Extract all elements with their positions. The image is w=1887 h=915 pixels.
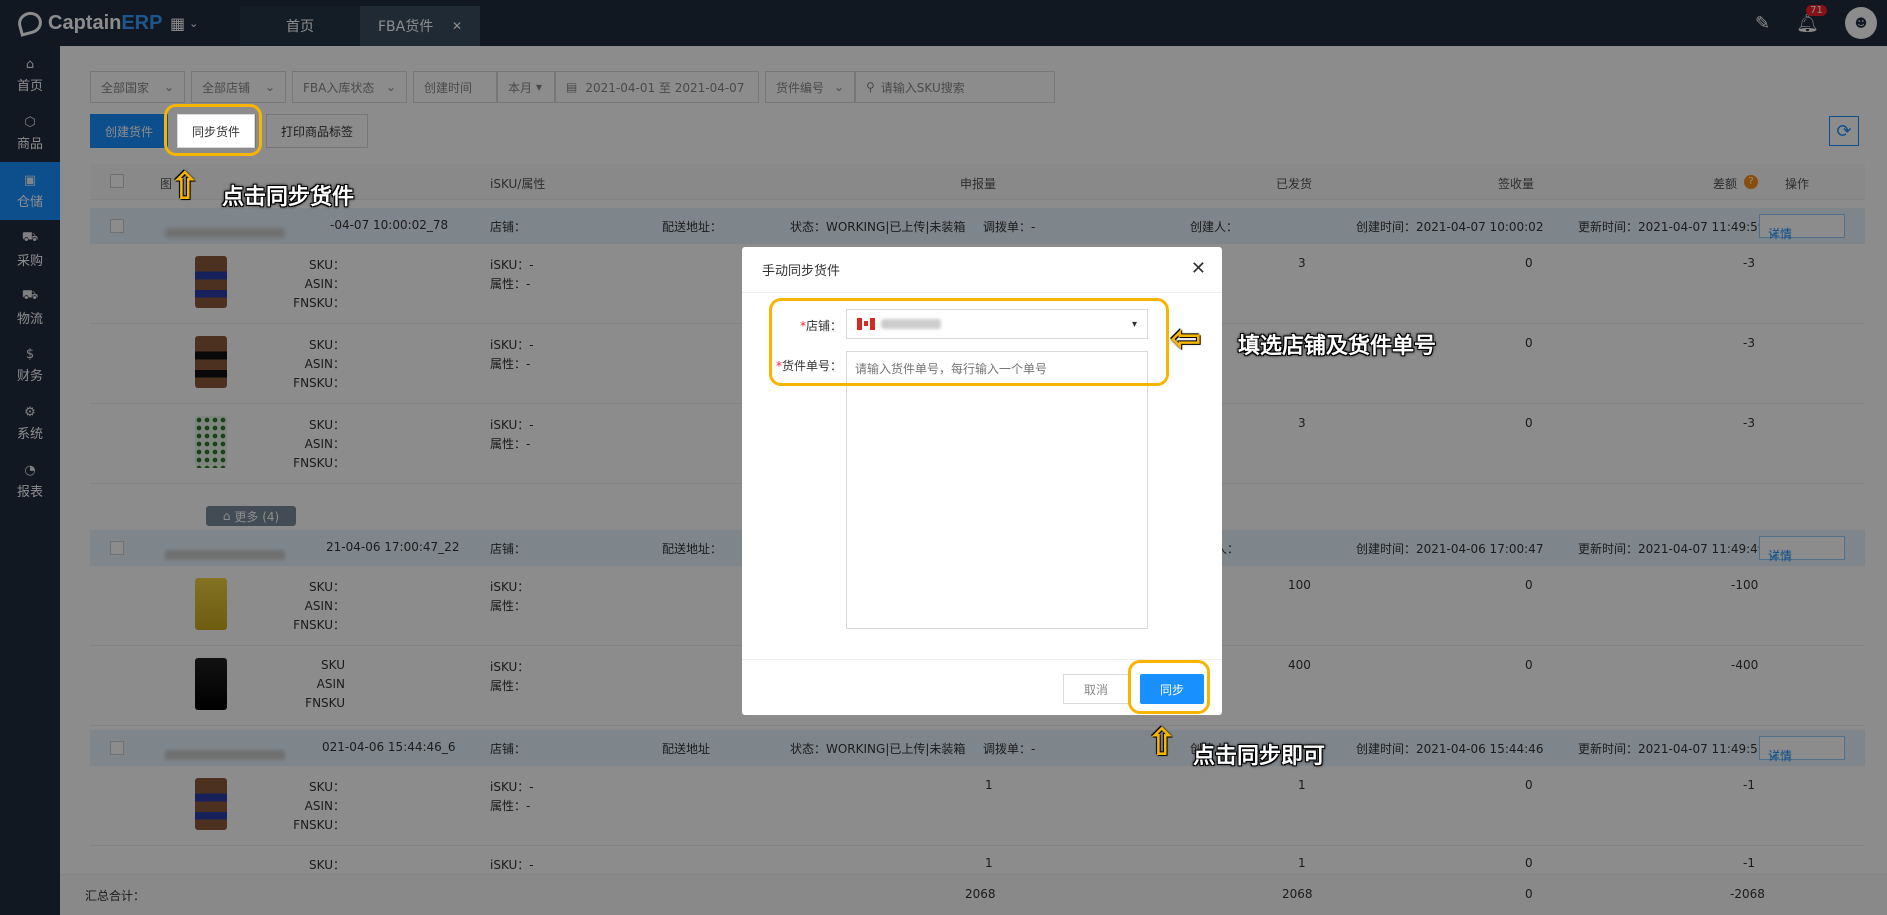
dialog-title: 手动同步货件 [742, 247, 1222, 293]
annotation-sync: 点击同步货件 [222, 185, 355, 210]
arrow-up-icon: ⇧ [169, 164, 201, 208]
close-icon[interactable]: ✕ [1191, 258, 1206, 279]
highlight-box [769, 298, 1169, 386]
annotation-click-sync: 点击同步即可 [1193, 744, 1326, 769]
annotation-fill-store: 填选店铺及货件单号 [1238, 334, 1437, 359]
arrow-left-icon: ⇦ [1170, 316, 1202, 360]
highlight-box [1128, 660, 1210, 714]
cancel-button[interactable]: 取消 [1063, 674, 1129, 704]
highlight-box [164, 104, 262, 156]
arrow-up-icon: ⇧ [1146, 720, 1178, 764]
shipment-no-textarea[interactable] [846, 351, 1148, 629]
